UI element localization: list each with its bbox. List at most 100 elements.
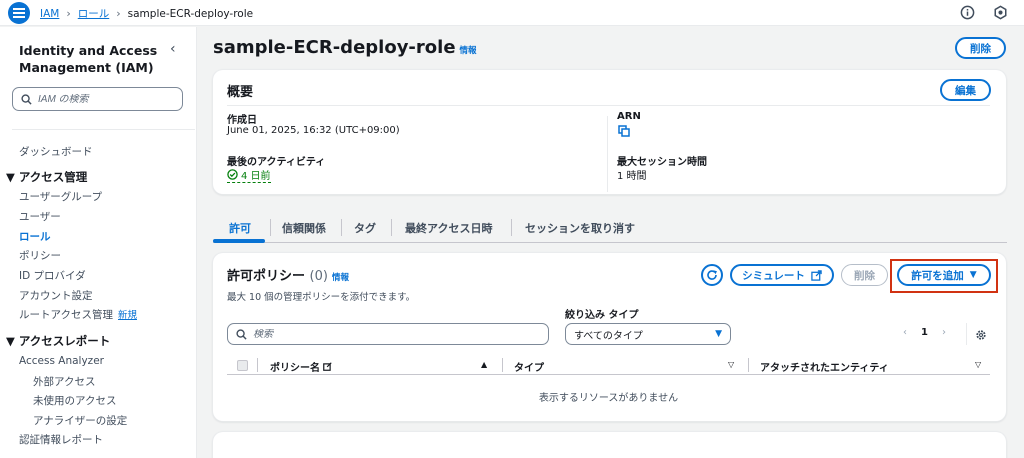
policies-title: 許可ポリシー (0) 情報 (227, 265, 349, 284)
tab-tags[interactable]: タグ (354, 220, 376, 236)
refresh-icon (707, 270, 717, 280)
tab-trust-relationships[interactable]: 信頼関係 (282, 220, 326, 236)
column-divider (748, 358, 749, 372)
breadcrumb: IAM › ロール › sample-ECR-deploy-role (40, 6, 253, 21)
filter-type-value: すべてのタイプ (574, 330, 643, 342)
simulate-label: シミュレート (742, 269, 805, 282)
sidebar-section-label: アクセスレポート (18, 334, 111, 348)
policy-search[interactable] (227, 323, 549, 345)
select-all-checkbox[interactable] (237, 360, 248, 371)
simulate-button[interactable]: シミュレート (730, 264, 834, 286)
page-title-text: sample-ECR-deploy-role (213, 37, 456, 58)
caret-down-icon: ▼ (715, 329, 722, 339)
check-circle-icon (227, 169, 238, 180)
filter-type-select[interactable]: すべてのタイプ ▼ (565, 323, 731, 345)
sidebar-item-external-access[interactable]: 外部アクセス (33, 374, 95, 389)
next-section-card (213, 432, 1006, 458)
max-session-label: 最大セッション時間 (617, 157, 707, 168)
sidebar-item-credential-report[interactable]: 認証情報レポート (19, 432, 103, 447)
tab-revoke-sessions[interactable]: セッションを取り消す (525, 220, 635, 236)
external-link-icon (811, 269, 822, 281)
sidebar-item-unused-access[interactable]: 未使用のアクセス (33, 393, 116, 408)
sidebar-item-access-analyzer[interactable]: Access Analyzer (19, 355, 104, 367)
tab-last-accessed[interactable]: 最終アクセス日時 (405, 220, 492, 236)
arn-label: ARN (617, 111, 641, 122)
edit-button[interactable]: 編集 (940, 79, 991, 101)
sidebar-item-dashboard[interactable]: ダッシュボード (19, 144, 93, 159)
settings-icon[interactable] (993, 5, 1008, 20)
top-navigation: IAM › ロール › sample-ECR-deploy-role (0, 0, 1024, 26)
permissions-policies-card: 許可ポリシー (0) 情報 最大 10 個の管理ポリシーを添付できます。 シミュレ… (213, 253, 1006, 421)
policies-title-text: 許可ポリシー (227, 269, 306, 284)
empty-table-message: 表示するリソースがありません (538, 393, 679, 404)
summary-title: 概要 (227, 85, 254, 100)
sidebar-item-analyzer-settings[interactable]: アナライザーの設定 (33, 413, 127, 428)
column-policy-name[interactable]: ポリシー名 (270, 359, 333, 374)
column-divider (502, 358, 503, 372)
delete-role-button[interactable]: 削除 (955, 37, 1006, 59)
search-icon (21, 93, 32, 105)
breadcrumb-current: sample-ECR-deploy-role (127, 7, 254, 20)
policies-count: (0) (309, 269, 328, 284)
page-title: sample-ECR-deploy-role 情報 (213, 37, 477, 58)
column-type[interactable]: タイプ (514, 359, 544, 374)
sort-icon[interactable]: ▽ (728, 360, 734, 369)
tab-list: 許可 信頼関係 タグ 最終アクセス日時 セッションを取り消す (213, 213, 1007, 243)
column-divider (607, 116, 608, 192)
created-value: June 01, 2025, 16:32 (UTC+09:00) (227, 125, 400, 136)
active-tab-indicator (213, 239, 265, 243)
refresh-button[interactable] (701, 264, 723, 286)
search-icon (236, 328, 247, 340)
sidebar-item-user-groups[interactable]: ユーザーグループ (19, 189, 102, 204)
info-link[interactable]: 情報 (332, 273, 349, 283)
external-link-icon (323, 362, 333, 371)
sidebar-item-root-access[interactable]: ルートアクセス管理 新規 (19, 307, 137, 322)
sidebar-search[interactable] (12, 87, 183, 111)
breadcrumb-iam[interactable]: IAM (40, 8, 59, 20)
last-activity-value[interactable]: 4 日前 (227, 167, 271, 183)
breadcrumb-roles[interactable]: ロール (78, 6, 110, 21)
sidebar-item-users[interactable]: ユーザー (19, 209, 61, 224)
chevron-left-icon[interactable]: ‹ (903, 327, 907, 338)
policy-search-input[interactable] (253, 328, 533, 340)
chevron-right-icon[interactable]: › (942, 327, 946, 338)
tab-permissions[interactable]: 許可 (229, 220, 251, 236)
sort-ascending-icon[interactable]: ▲ (481, 360, 487, 369)
column-attached-entities[interactable]: アタッチされたエンティティ (760, 359, 889, 374)
page-number[interactable]: 1 (921, 327, 928, 338)
info-link[interactable]: 情報 (460, 46, 477, 56)
chevron-right-icon: › (66, 7, 71, 20)
sort-icon[interactable]: ▽ (975, 360, 981, 369)
tab-divider (391, 219, 392, 236)
sidebar-item-account-settings[interactable]: アカウント設定 (19, 288, 93, 303)
sidebar-title: Identity and Access Management (IAM) (19, 43, 158, 75)
sidebar-section-label: アクセス管理 (18, 170, 88, 184)
column-divider (257, 358, 258, 372)
new-badge: 新規 (117, 310, 137, 321)
remove-policy-button[interactable]: 削除 (841, 264, 888, 286)
sidebar-item-policies[interactable]: ポリシー (19, 248, 61, 263)
summary-divider (227, 105, 990, 106)
column-label: ポリシー名 (270, 363, 320, 374)
sidebar-item-identity-providers[interactable]: ID プロバイダ (19, 268, 86, 283)
summary-card: 概要 編集 作成日 June 01, 2025, 16:32 (UTC+09:0… (213, 70, 1006, 194)
created-label: 作成日 (227, 115, 257, 126)
menu-icon[interactable] (8, 2, 30, 24)
last-activity-text: 4 日前 (241, 171, 271, 182)
chevron-left-icon[interactable]: ‹ (170, 41, 176, 57)
sidebar-search-input[interactable] (38, 93, 168, 105)
tab-divider (341, 219, 342, 236)
sidebar-section-access-management[interactable]: ▼ アクセス管理 (6, 169, 87, 185)
max-session-value: 1 時間 (617, 171, 647, 182)
highlight-box (890, 259, 998, 293)
chevron-right-icon: › (116, 7, 121, 20)
gear-icon[interactable] (975, 329, 987, 341)
sidebar-divider (12, 129, 195, 130)
info-icon[interactable] (960, 5, 975, 20)
copy-icon[interactable] (618, 125, 630, 137)
tab-divider (511, 219, 512, 236)
sidebar-item-label: ルートアクセス管理 (19, 309, 113, 321)
sidebar-section-access-reports[interactable]: ▼ アクセスレポート (6, 333, 110, 349)
last-activity-label: 最後のアクティビティ (227, 157, 326, 168)
sidebar-item-roles[interactable]: ロール (19, 229, 51, 244)
